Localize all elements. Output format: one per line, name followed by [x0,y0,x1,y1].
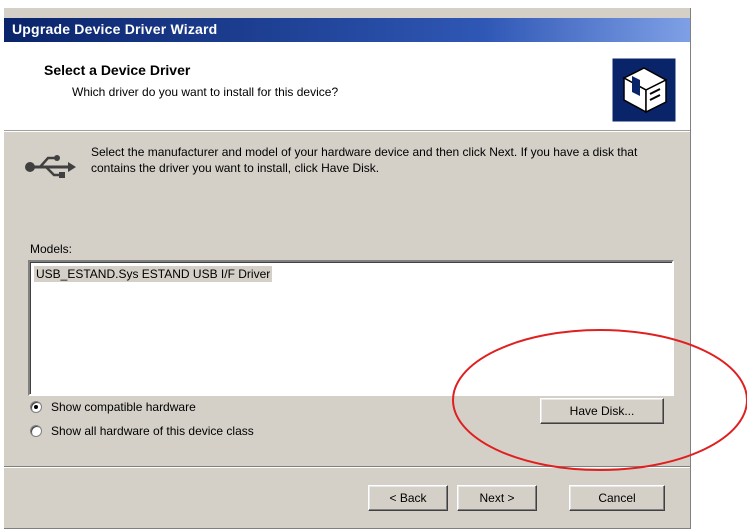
models-label: Models: [30,242,73,256]
have-disk-button[interactable]: Have Disk... [540,398,664,424]
list-item[interactable]: USB_ESTAND.Sys ESTAND USB I/F Driver [34,266,273,282]
wizard-window: Upgrade Device Driver Wizard Select a De… [4,8,691,529]
radio-button-checked[interactable] [30,401,42,413]
wizard-hardware-icon [611,57,677,123]
header-subtitle: Which driver do you want to install for … [72,85,339,99]
instruction-text: Select the manufacturer and model of you… [91,145,638,175]
footer-divider [4,466,690,468]
radio-button[interactable] [30,425,42,437]
header-divider [4,131,690,132]
wizard-header: Select a Device Driver Which driver do y… [4,42,690,131]
radio-show-compatible[interactable]: Show compatible hardware [30,400,196,414]
window-title: Upgrade Device Driver Wizard [12,21,218,37]
title-bar[interactable]: Upgrade Device Driver Wizard [4,18,690,42]
radio-label-compatible: Show compatible hardware [51,400,196,414]
cancel-button[interactable]: Cancel [569,485,665,511]
radio-show-all[interactable]: Show all hardware of this device class [30,424,254,438]
models-listbox[interactable]: USB_ESTAND.Sys ESTAND USB I/F Driver [28,260,674,396]
radio-label-all: Show all hardware of this device class [51,424,254,438]
usb-icon [25,155,76,178]
back-button[interactable]: < Back [368,485,448,511]
next-button[interactable]: Next > [457,485,537,511]
header-title: Select a Device Driver [44,62,191,78]
